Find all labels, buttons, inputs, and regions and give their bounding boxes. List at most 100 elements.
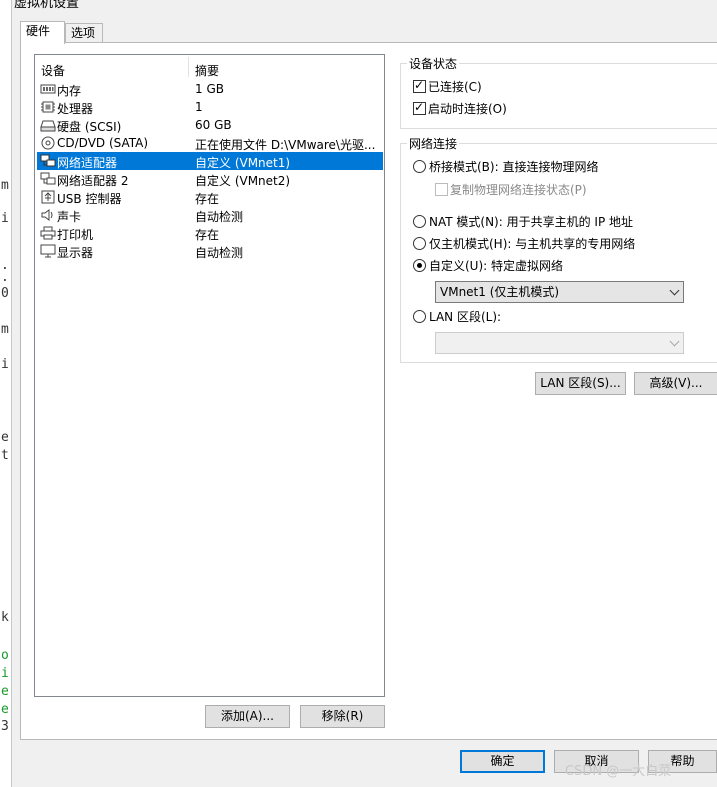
device-name: CD/DVD (SATA) [57,136,149,150]
background-text: i [1,666,9,681]
device-summary: 自动检测 [195,210,244,224]
chevron-down-icon [669,336,680,347]
device-row-sound-card[interactable]: 声卡 自动检测 [37,206,383,224]
nat-mode-label: NAT 模式(N): 用于共享主机的 IP 地址 [429,215,634,229]
ok-button[interactable]: 确定 [460,750,545,773]
background-window-edge: m i . . 0 m i e t k o i e e 3 [0,0,12,787]
add-device-button[interactable]: 添加(A)... [205,705,290,728]
device-summary: 自定义 (VMnet2) [195,174,291,188]
device-name: 内存 [57,84,82,98]
radio-unselected-icon [413,237,426,250]
device-summary: 自动检测 [195,246,244,260]
background-text: . [1,270,9,285]
tab-options[interactable]: 选项 [65,23,103,43]
background-text: 3 [1,719,9,734]
bridged-mode-radio[interactable]: 桥接模式(B): 直接连接物理网络 [413,158,598,175]
device-summary: 正在使用文件 D:\VMware\光驱... [195,138,376,152]
column-header-summary[interactable]: 摘要 [195,62,219,79]
radio-unselected-icon [413,160,426,173]
device-row-printer[interactable]: 打印机 存在 [37,224,383,242]
device-name: 打印机 [57,228,94,242]
bridged-mode-label: 桥接模式(B): 直接连接物理网络 [429,160,599,174]
lan-segment-label: LAN 区段(L): [429,310,502,324]
sound-card-icon [40,208,56,222]
network-adapter-icon [40,172,56,186]
hardware-panel: 设备 摘要 内存 1 GB 处理器 1 硬盘 (SCSI) 60 GB CD/D… [20,42,717,740]
device-row-memory[interactable]: 内存 1 GB [37,80,383,98]
memory-icon [40,82,56,96]
connect-at-power-on-checkbox[interactable]: ✓ 启动时连接(O) [413,100,507,117]
custom-network-label: 自定义(U): 特定虚拟网络 [429,259,564,273]
device-name: 显示器 [57,246,94,260]
window-title: 虚拟机设置 [14,0,80,11]
lan-segment-select[interactable] [435,332,684,354]
processor-icon [40,100,56,114]
background-text: t [1,448,9,463]
network-adapter-icon [40,154,56,168]
device-row-display[interactable]: 显示器 自动检测 [37,242,383,260]
device-name: 处理器 [57,102,94,116]
display-icon [40,244,56,258]
nat-mode-radio[interactable]: NAT 模式(N): 用于共享主机的 IP 地址 [413,213,633,230]
background-text: o [1,648,9,663]
custom-network-radio[interactable]: 自定义(U): 特定虚拟网络 [413,257,563,274]
custom-network-select-value: VMnet1 (仅主机模式) [440,285,560,299]
device-name: USB 控制器 [57,192,122,206]
device-list-header: 设备 摘要 [35,55,384,79]
device-name: 网络适配器 [57,156,118,170]
device-row-network-adapter[interactable]: 网络适配器 自定义 (VMnet1) [37,152,383,170]
lan-segments-button[interactable]: LAN 区段(S)... [535,372,626,395]
checkbox-checked-icon: ✓ [413,78,426,93]
device-row-cd-dvd[interactable]: CD/DVD (SATA) 正在使用文件 D:\VMware\光驱... [37,134,383,152]
custom-network-select[interactable]: VMnet1 (仅主机模式) [435,281,684,303]
network-connection-group: 网络连接 桥接模式(B): 直接连接物理网络 复制物理网络连接状态(P) NAT… [400,135,717,363]
device-list[interactable]: 设备 摘要 内存 1 GB 处理器 1 硬盘 (SCSI) 60 GB CD/D… [34,54,385,697]
remove-device-button[interactable]: 移除(R) [300,705,385,728]
device-name: 声卡 [57,210,82,224]
background-text: k [1,610,9,625]
replicate-physical-state-checkbox[interactable]: 复制物理网络连接状态(P) [435,181,587,198]
host-only-mode-radio[interactable]: 仅主机模式(H): 与主机共享的专用网络 [413,235,635,252]
tab-hardware[interactable]: 硬件 [20,21,65,44]
background-text: e [1,684,9,699]
device-name: 硬盘 (SCSI) [57,120,122,134]
radio-unselected-icon [413,215,426,228]
device-row-processor[interactable]: 处理器 1 [37,98,383,116]
background-text: e [1,702,9,717]
usb-icon [40,190,56,204]
vm-settings-dialog: 虚拟机设置 硬件 选项 设备 摘要 内存 1 GB 处理器 1 硬盘 (SCSI… [12,0,717,787]
cd-dvd-icon [40,136,56,150]
device-name: 网络适配器 2 [57,174,129,188]
column-header-device[interactable]: 设备 [41,62,65,79]
network-connection-title: 网络连接 [407,135,460,152]
device-summary: 1 [195,100,203,114]
radio-selected-icon [413,259,426,272]
device-summary: 自定义 (VMnet1) [195,156,291,170]
column-separator [188,57,189,77]
device-row-hard-disk[interactable]: 硬盘 (SCSI) 60 GB [37,116,383,134]
replicate-physical-state-label: 复制物理网络连接状态(P) [450,183,587,197]
background-text: i [1,357,9,372]
checkbox-unchecked-icon [435,183,448,196]
lan-segment-radio[interactable]: LAN 区段(L): [413,308,501,325]
connected-checkbox[interactable]: ✓ 已连接(C) [413,78,482,95]
host-only-mode-label: 仅主机模式(H): 与主机共享的专用网络 [429,237,636,251]
connected-label: 已连接(C) [428,80,482,94]
device-row-usb-controller[interactable]: USB 控制器 存在 [37,188,383,206]
connect-at-power-on-label: 启动时连接(O) [428,102,507,116]
device-status-title: 设备状态 [407,55,460,72]
advanced-button[interactable]: 高级(V)... [634,372,717,395]
background-text: m [1,178,9,193]
background-text: 0 [1,286,9,301]
radio-unselected-icon [413,310,426,323]
device-row-network-adapter-2[interactable]: 网络适配器 2 自定义 (VMnet2) [37,170,383,188]
device-status-group: 设备状态 ✓ 已连接(C) ✓ 启动时连接(O) [400,55,717,129]
hard-disk-icon [40,118,56,132]
device-summary: 存在 [195,192,220,206]
printer-icon [40,226,56,240]
device-summary: 存在 [195,228,220,242]
checkbox-checked-icon: ✓ [413,100,426,115]
chevron-down-icon [669,285,680,296]
background-text: m [1,322,9,337]
watermark: CSDN @一大白菜 [565,764,672,779]
